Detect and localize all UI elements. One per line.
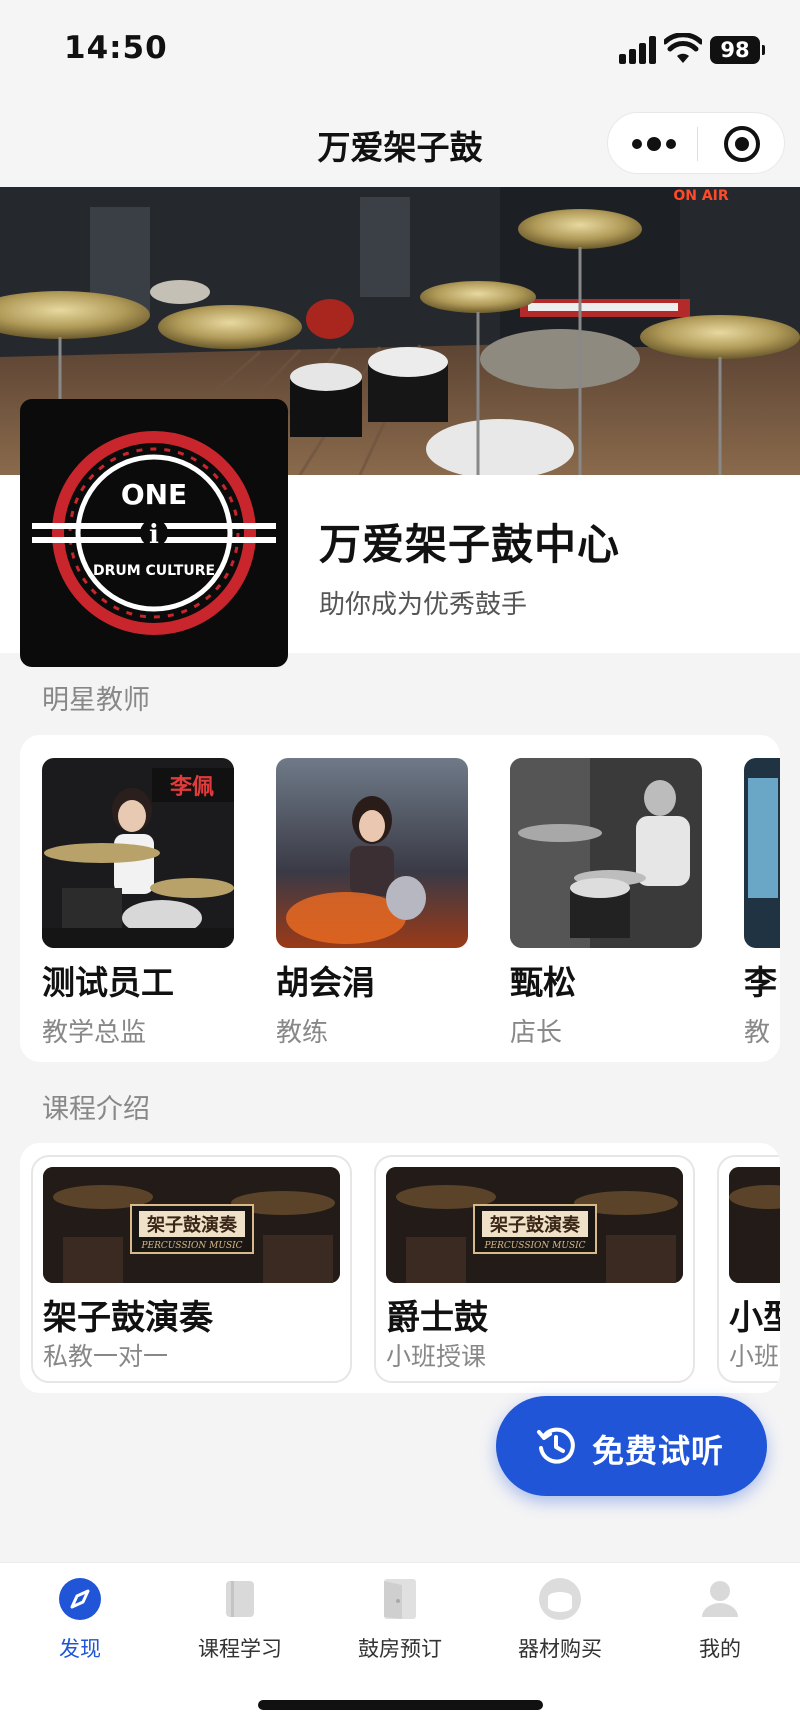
capsule-divider: [697, 127, 698, 161]
teacher-photo: [276, 758, 468, 948]
history-clock-icon: [537, 1427, 575, 1464]
teacher-name: 胡会涓: [276, 963, 375, 1002]
close-miniprogram-icon[interactable]: [724, 126, 760, 162]
user-icon: [698, 1577, 742, 1621]
teacher-photo: 李佩: [42, 758, 234, 948]
teacher-name: 测试员工: [42, 963, 174, 1002]
drum-culture-logo: ONE i DRUM CULTURE: [32, 431, 276, 635]
tab-discover[interactable]: 发现: [0, 1577, 160, 1663]
battery-icon: 98: [710, 36, 765, 64]
course-image-subtitle: PERCUSSION MUSIC: [483, 1241, 585, 1251]
courses-carousel[interactable]: 架子鼓演奏 PERCUSSION MUSIC 架子鼓演奏 私教一对一 架子鼓演奏…: [20, 1143, 780, 1393]
center-subtitle: 助你成为优秀鼓手: [319, 590, 528, 620]
on-air-sign: ON AIR: [673, 188, 729, 204]
course-subtitle: 小班: [729, 1342, 780, 1371]
course-image-title: 架子鼓演奏: [147, 1214, 238, 1236]
nav-bar: 万爱架子鼓: [0, 100, 800, 187]
logo-text-i: i: [149, 520, 159, 550]
courses-section-title: 课程介绍: [42, 1094, 150, 1125]
tab-label: 课程学习: [198, 1637, 282, 1661]
signal-icon: [619, 36, 657, 64]
teacher-role: 教学总监: [42, 1018, 147, 1048]
logo-text-one: ONE: [121, 478, 187, 511]
teacher-role: 教练: [276, 1018, 329, 1048]
home-indicator: [258, 1700, 543, 1710]
more-icon[interactable]: [632, 131, 688, 157]
course-image-title: 架子鼓演奏: [490, 1214, 581, 1236]
tab-label: 器材购买: [518, 1637, 602, 1661]
compass-icon: [58, 1577, 102, 1621]
tab-equipment[interactable]: 器材购买: [480, 1577, 640, 1663]
teachers-carousel[interactable]: 李佩 测试员工 教学总监 胡会涓 教练 甄松 店长 李 教: [20, 735, 780, 1062]
teacher-card[interactable]: 李佩 测试员工 教学总监: [42, 758, 234, 1049]
book-icon: [218, 1577, 262, 1621]
teacher-role: 教: [744, 1018, 771, 1048]
status-bar: 14:50 98: [0, 0, 800, 100]
teacher-name: 甄松: [510, 963, 576, 1002]
wifi-icon: [664, 33, 702, 63]
course-name: 架子鼓演奏: [43, 1298, 213, 1338]
teacher-photo: [510, 758, 702, 948]
course-image: 架子鼓演奏 PERCUSSION MUSIC: [43, 1167, 340, 1283]
tab-courses[interactable]: 课程学习: [160, 1577, 320, 1663]
miniprogram-capsule: [607, 112, 785, 174]
teachers-section-title: 明星教师: [42, 685, 150, 716]
course-card[interactable]: 架子鼓演奏 PERCUSSION MUSIC 架子鼓演奏 私教一对一: [31, 1155, 352, 1383]
free-trial-button[interactable]: 免费试听: [496, 1396, 767, 1496]
course-name: 小型: [729, 1298, 780, 1338]
course-name: 爵士鼓: [386, 1298, 488, 1338]
door-icon: [378, 1577, 422, 1621]
status-time: 14:50: [64, 30, 168, 66]
course-image: [729, 1167, 780, 1283]
tab-label: 鼓房预订: [358, 1637, 442, 1661]
tab-room-booking[interactable]: 鼓房预订: [320, 1577, 480, 1663]
tab-label: 发现: [59, 1637, 101, 1661]
center-logo[interactable]: ONE i DRUM CULTURE: [20, 399, 288, 667]
course-image-subtitle: PERCUSSION MUSIC: [140, 1241, 242, 1251]
teacher-name: 李: [744, 963, 777, 1002]
course-card[interactable]: 架子鼓演奏 PERCUSSION MUSIC 爵士鼓 小班授课: [374, 1155, 695, 1383]
teacher-card[interactable]: 甄松 店长: [510, 758, 702, 1049]
course-subtitle: 私教一对一: [43, 1342, 169, 1371]
course-card[interactable]: 小型 小班: [717, 1155, 780, 1383]
teacher-photo-text: 李佩: [169, 775, 214, 800]
free-trial-label: 免费试听: [592, 1432, 725, 1470]
tab-label: 我的: [699, 1637, 741, 1661]
course-image: 架子鼓演奏 PERCUSSION MUSIC: [386, 1167, 683, 1283]
center-name: 万爱架子鼓中心: [319, 520, 621, 569]
course-subtitle: 小班授课: [386, 1342, 487, 1371]
teacher-photo: [744, 758, 780, 948]
drum-icon: [538, 1577, 582, 1621]
tab-mine[interactable]: 我的: [640, 1577, 800, 1663]
teacher-card[interactable]: 李 教: [744, 758, 780, 1049]
teacher-card[interactable]: 胡会涓 教练: [276, 758, 468, 1049]
logo-text-drum-culture: DRUM CULTURE: [93, 563, 215, 579]
teacher-role: 店长: [510, 1018, 563, 1048]
